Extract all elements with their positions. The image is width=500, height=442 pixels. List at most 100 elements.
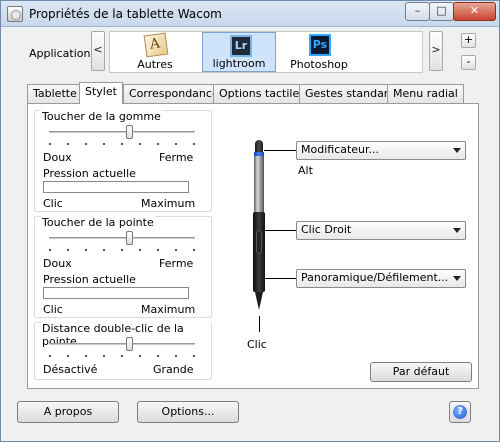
slider-tick	[157, 143, 159, 145]
leader-line	[264, 150, 296, 151]
application-list: Autres Lr lightroom Ps Photoshop	[109, 31, 423, 73]
app-item-photoshop[interactable]: Ps Photoshop	[282, 32, 356, 72]
slider-tick	[49, 249, 51, 251]
app-item-autres[interactable]: Autres	[118, 32, 192, 72]
leader-line	[259, 316, 260, 332]
app-item-label: lightroom	[212, 57, 266, 70]
slider-tick	[139, 355, 141, 357]
slider-tick	[103, 249, 105, 251]
slider-tick	[139, 249, 141, 251]
help-button[interactable]: ?	[449, 401, 471, 423]
eraser-feel-slider[interactable]	[49, 123, 195, 141]
slider-tick	[121, 143, 123, 145]
chevron-down-icon	[453, 148, 461, 153]
tip-feel-slider[interactable]	[49, 229, 195, 247]
close-button[interactable]: ✕	[453, 2, 496, 21]
slider-track	[49, 343, 195, 345]
remove-application-button[interactable]: -	[461, 55, 476, 70]
double-click-group: Distance double-clic de la pointe Désact…	[34, 322, 212, 380]
default-button[interactable]: Par défaut	[370, 362, 472, 382]
slider-tick	[157, 249, 159, 251]
eraser-soft-label: Doux	[43, 151, 72, 164]
upper-side-button-value: Clic Droit	[301, 223, 352, 236]
slider-tick	[67, 355, 69, 357]
slider-ticks	[49, 249, 195, 252]
lower-side-button-value: Panoramique/Défilement...	[301, 271, 449, 284]
pen-side-switch	[256, 230, 262, 254]
tip-pressure-max-label: Maximum	[141, 303, 196, 316]
wacom-app-icon	[7, 6, 23, 22]
pen-barrel	[254, 156, 264, 212]
upper-side-button-select[interactable]: Clic Droit	[296, 221, 466, 240]
slider-thumb[interactable]	[126, 337, 134, 351]
slider-tick	[193, 355, 195, 357]
pen-tip	[255, 292, 263, 310]
top-button-sub-label: Alt	[298, 164, 313, 177]
slider-tick	[193, 143, 195, 145]
about-button[interactable]: A propos	[17, 401, 119, 423]
lightroom-icon: Lr	[230, 35, 252, 57]
stylet-panel: Toucher de la gomme Doux Ferme Pression …	[27, 103, 479, 389]
slider-thumb[interactable]	[126, 231, 134, 245]
tip-feel-title: Toucher de la pointe	[41, 216, 155, 229]
eraser-pressure-max-label: Maximum	[141, 197, 196, 210]
chevron-down-icon	[453, 276, 461, 281]
slider-tick	[121, 355, 123, 357]
tab-menu-radial[interactable]: Menu radial	[387, 84, 464, 103]
slider-thumb[interactable]	[126, 125, 134, 139]
eraser-pressure-click-label: Clic	[43, 197, 63, 210]
double-click-large-label: Grande	[153, 363, 194, 376]
slider-tick	[103, 143, 105, 145]
pen-illustration	[252, 140, 266, 316]
chevron-down-icon	[453, 228, 461, 233]
lower-side-button-select[interactable]: Panoramique/Défilement...	[296, 269, 466, 288]
slider-tick	[85, 143, 87, 145]
slider-tick	[175, 143, 177, 145]
eraser-firm-label: Ferme	[159, 151, 194, 164]
pen-eraser-end	[255, 140, 263, 152]
eraser-pressure-bar	[43, 181, 189, 193]
tab-gestes-standard[interactable]: Gestes standard	[299, 84, 402, 103]
leader-line	[264, 230, 296, 231]
title-bar[interactable]: Propriétés de la tablette Wacom – □ ✕	[1, 1, 499, 27]
minimize-button[interactable]: –	[405, 2, 430, 21]
autres-icon	[143, 32, 169, 58]
window-title: Propriétés de la tablette Wacom	[29, 7, 222, 21]
wacom-properties-window: Propriétés de la tablette Wacom – □ ✕ Ap…	[0, 0, 500, 442]
eraser-feel-group: Toucher de la gomme Doux Ferme Pression …	[34, 110, 212, 212]
application-label: Application:	[29, 47, 95, 60]
slider-ticks	[49, 143, 195, 146]
tab-correspondance[interactable]: Correspondance	[123, 84, 225, 103]
tab-tablette[interactable]: Tablette	[27, 84, 83, 103]
slider-tick	[103, 355, 105, 357]
slider-tick	[175, 249, 177, 251]
application-bar: Application: < Autres Lr lightroom Ps Ph…	[13, 31, 487, 77]
top-button-value: Modificateur...	[301, 143, 380, 156]
maximize-button[interactable]: □	[429, 2, 454, 21]
slider-ticks	[49, 355, 195, 358]
app-scroll-right-button[interactable]: >	[429, 31, 443, 71]
tab-options-tactiles[interactable]: Options tactiles	[213, 84, 311, 103]
tip-pressure-bar	[43, 287, 189, 299]
slider-tick	[49, 143, 51, 145]
options-button[interactable]: Options...	[137, 401, 239, 423]
slider-tick	[157, 355, 159, 357]
slider-tick	[139, 143, 141, 145]
app-item-label: Autres	[137, 58, 173, 71]
slider-tick	[67, 143, 69, 145]
tip-click-label: Clic	[247, 338, 267, 351]
add-application-button[interactable]: +	[461, 33, 476, 48]
tip-pressure-click-label: Clic	[43, 303, 63, 316]
eraser-pressure-label: Pression actuelle	[43, 167, 136, 180]
tip-firm-label: Ferme	[159, 257, 194, 270]
tip-soft-label: Doux	[43, 257, 72, 270]
app-item-lightroom[interactable]: Lr lightroom	[202, 32, 276, 72]
eraser-feel-title: Toucher de la gomme	[41, 110, 162, 123]
app-scroll-left-button[interactable]: <	[91, 31, 105, 71]
double-click-slider[interactable]	[49, 335, 195, 353]
tab-stylet[interactable]: Stylet	[79, 82, 123, 104]
slider-tick	[67, 249, 69, 251]
double-click-off-label: Désactivé	[43, 363, 98, 376]
tip-feel-group: Toucher de la pointe Doux Ferme Pression…	[34, 216, 212, 318]
top-button-select[interactable]: Modificateur...	[296, 141, 466, 160]
